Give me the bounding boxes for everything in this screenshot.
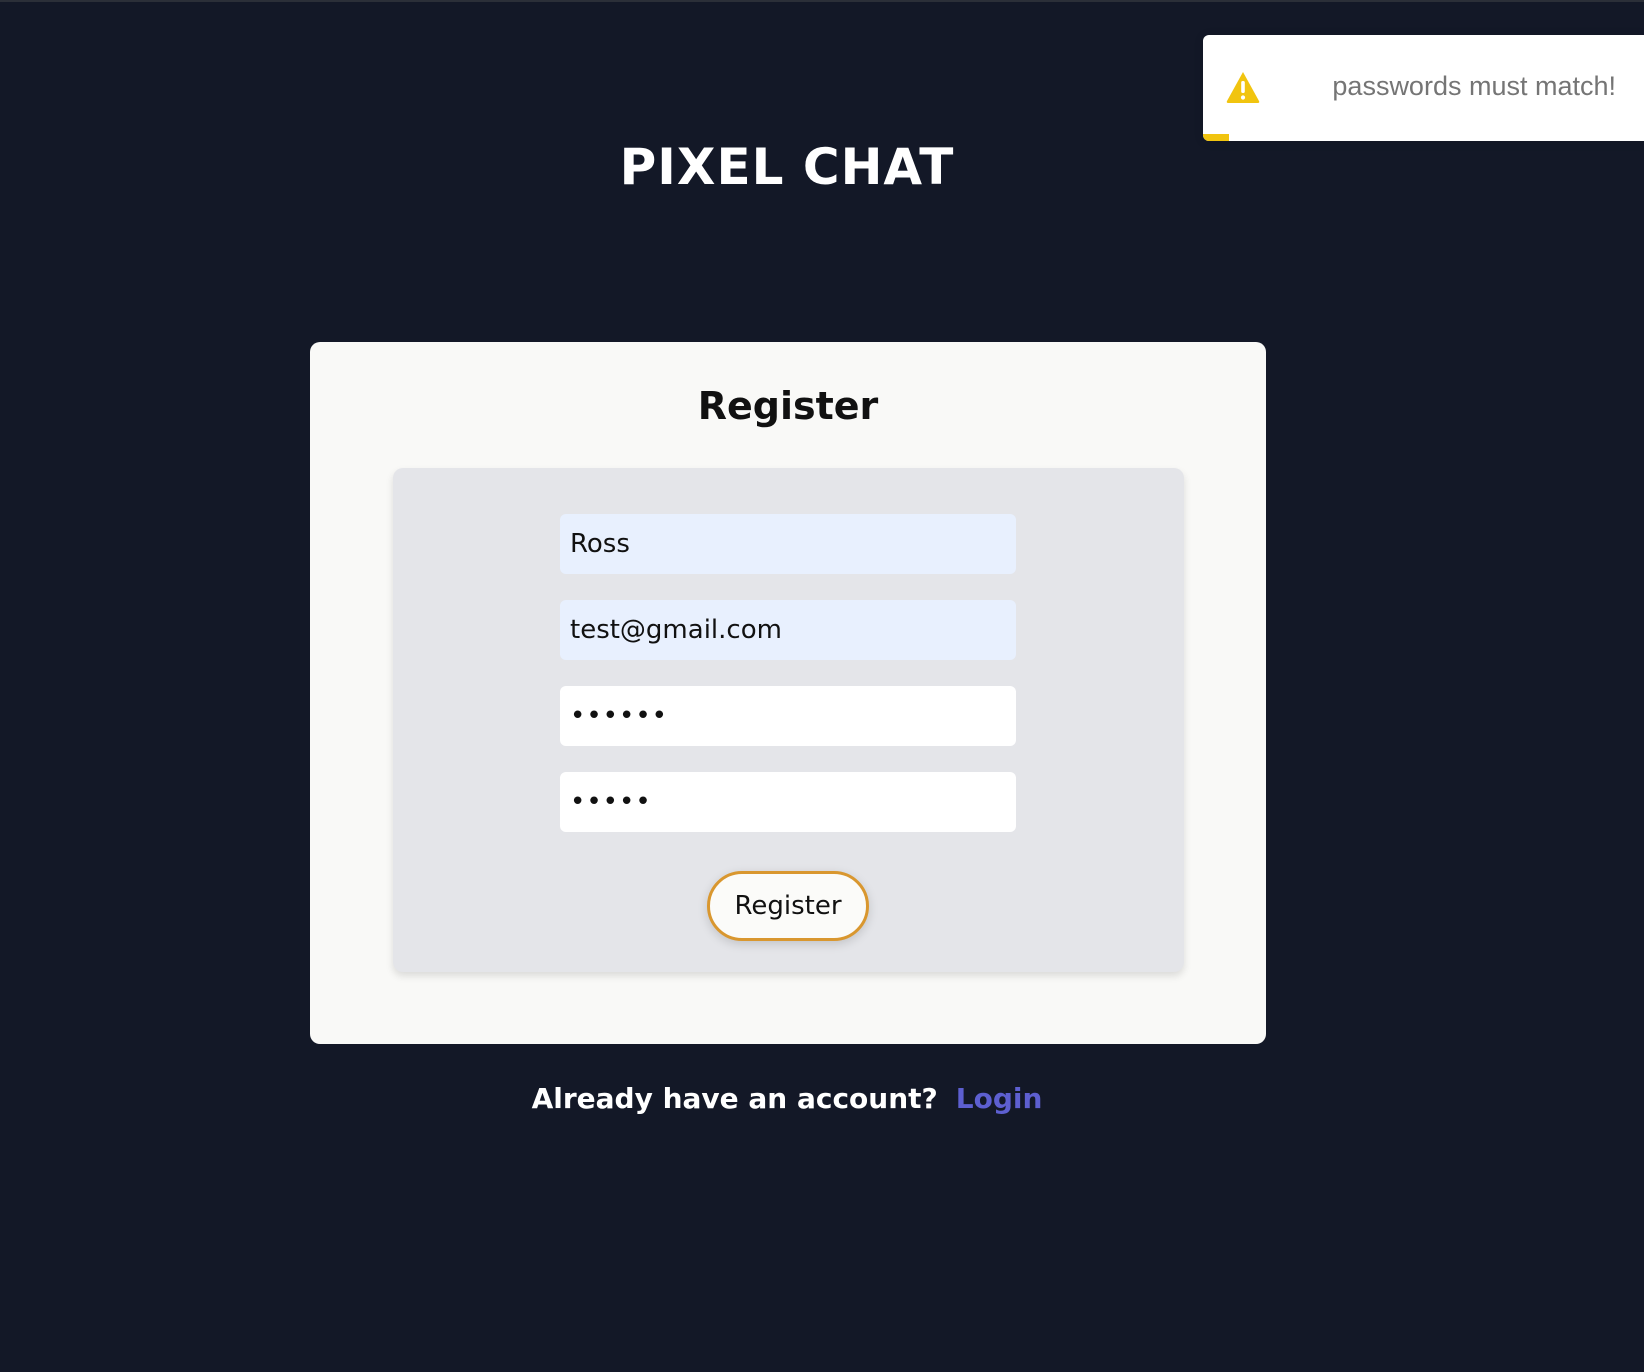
warning-toast[interactable]: passwords must match!: [1203, 35, 1644, 141]
password-input[interactable]: [560, 686, 1016, 746]
register-form: Register: [393, 468, 1184, 972]
login-link[interactable]: Login: [956, 1082, 1043, 1115]
login-prompt-text: Already have an account?: [531, 1082, 938, 1115]
email-input[interactable]: [560, 600, 1016, 660]
app-title: PIXEL CHAT: [619, 138, 955, 196]
login-prompt: Already have an account? Login: [0, 1082, 1574, 1115]
warning-icon: [1226, 72, 1260, 103]
register-button[interactable]: Register: [707, 871, 869, 941]
toast-progress-bar: [1203, 134, 1230, 141]
name-input[interactable]: [560, 514, 1016, 574]
toast-message: passwords must match!: [1332, 71, 1616, 101]
window-top-border: [0, 0, 1644, 2]
register-heading: Register: [697, 384, 879, 428]
confirm-password-input[interactable]: [560, 772, 1016, 832]
register-card: Register Register: [310, 342, 1266, 1044]
